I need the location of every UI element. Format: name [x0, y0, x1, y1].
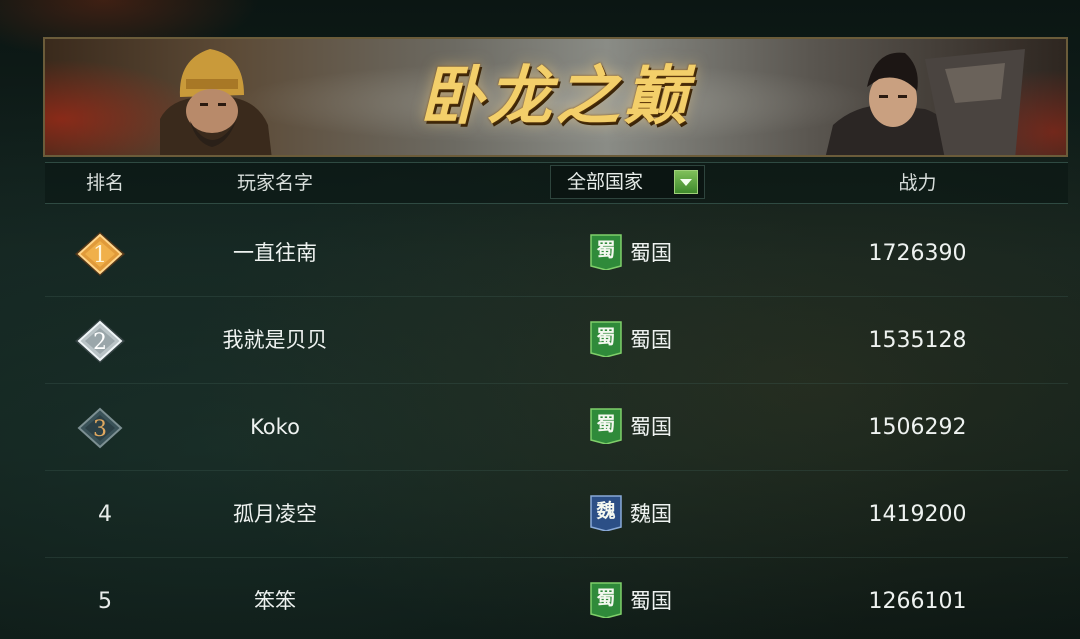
player-name[interactable]: 一直往南 — [175, 210, 375, 297]
nation-badge-char: 蜀 — [596, 413, 616, 435]
nation-badge-char: 蜀 — [596, 326, 616, 348]
rank-number-2: 2 — [93, 330, 107, 355]
table-row[interactable]: 5 笨笨 蜀 蜀国 1266101 — [45, 558, 1068, 639]
power-value: 1506292 — [868, 415, 967, 440]
table-header: 排名 玩家名字 全部国家 战力 — [45, 162, 1068, 204]
rank-number-3: 3 — [93, 417, 107, 442]
player-name[interactable]: Koko — [175, 384, 375, 471]
nation-badge-char: 魏 — [596, 500, 616, 522]
rank-number: 4 — [98, 502, 112, 527]
table-row[interactable]: 1 一直往南 蜀 蜀国 1726390 — [45, 210, 1068, 297]
table-row[interactable]: 3 Koko 蜀 蜀国 1506292 — [45, 384, 1068, 471]
bronze-medal-icon: 3 — [77, 407, 123, 449]
nation-name: 蜀国 — [630, 241, 672, 265]
nation-name: 蜀国 — [630, 328, 672, 352]
silver-medal-icon: 2 — [75, 319, 125, 363]
nation-badge-char: 蜀 — [596, 239, 616, 261]
nation-filter-dropdown[interactable]: 全部国家 — [550, 165, 705, 199]
power-value: 1419200 — [868, 502, 967, 527]
header-player-name: 玩家名字 — [236, 172, 313, 194]
table-row[interactable]: 4 孤月凌空 魏 魏国 1419200 — [45, 471, 1068, 558]
player-name[interactable]: 我就是贝贝 — [175, 297, 375, 384]
leaderboard-screen: 卧龙之巅 排名 玩家名字 全部国家 战力 1 一直往南 蜀 蜀国 1726390… — [0, 0, 1080, 639]
nation-filter-label: 全部国家 — [567, 171, 644, 193]
rank-number-1: 1 — [93, 243, 107, 268]
nation-badge-char: 蜀 — [596, 587, 616, 609]
warrior-portrait-right — [825, 49, 1025, 155]
header-power: 战力 — [898, 172, 937, 194]
power-value: 1726390 — [868, 241, 967, 266]
nation-name: 魏国 — [630, 502, 672, 526]
header-rank: 排名 — [85, 172, 124, 194]
power-value: 1535128 — [868, 328, 967, 353]
rank-number: 5 — [98, 589, 112, 614]
nation-name: 蜀国 — [630, 589, 672, 613]
table-row[interactable]: 2 我就是贝贝 蜀 蜀国 1535128 — [45, 297, 1068, 384]
nation-name: 蜀国 — [630, 415, 672, 439]
power-value: 1266101 — [868, 589, 967, 614]
player-name[interactable]: 孤月凌空 — [175, 471, 375, 558]
title-banner: 卧龙之巅 — [43, 37, 1068, 157]
player-name[interactable]: 笨笨 — [175, 558, 375, 639]
dropdown-arrow-icon[interactable] — [674, 170, 698, 194]
gold-medal-icon: 1 — [75, 232, 125, 276]
